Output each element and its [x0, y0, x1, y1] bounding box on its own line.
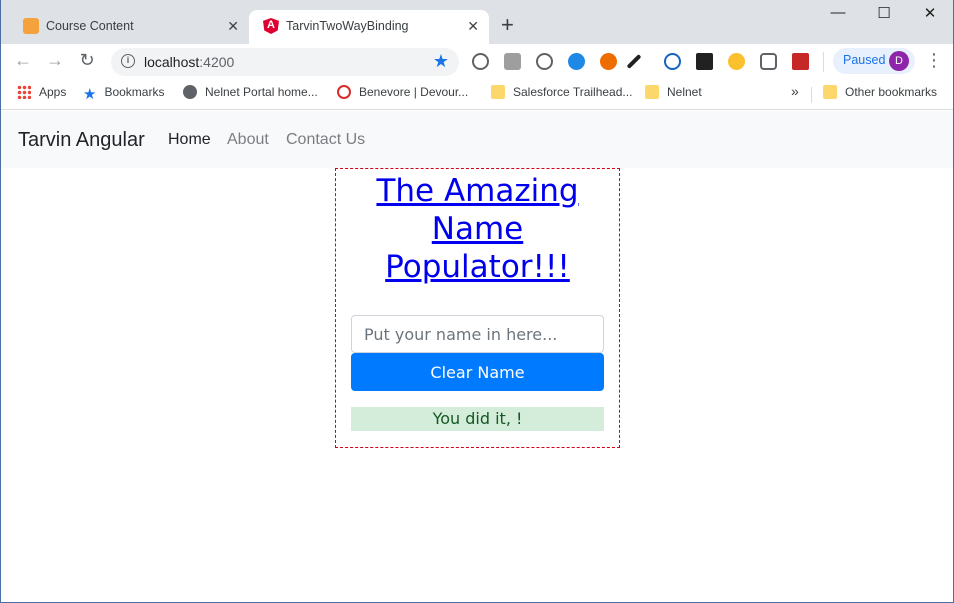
tab-course-content[interactable]: Course Content ✕: [9, 10, 249, 44]
folder-icon: [491, 85, 505, 99]
success-message: You did it, !: [351, 407, 604, 431]
extension-lock-icon[interactable]: [664, 53, 681, 70]
forward-arrow-icon[interactable]: →: [43, 50, 67, 71]
extension-wrench-icon[interactable]: [626, 54, 642, 69]
name-input[interactable]: [351, 315, 604, 353]
globe-icon: [183, 85, 197, 99]
star-icon: ★: [83, 86, 97, 103]
bookmarks-overflow-chevron-icon[interactable]: »: [791, 83, 799, 99]
nav-contact-us[interactable]: Contact Us: [286, 131, 365, 149]
extension-dark-icon[interactable]: [696, 53, 713, 70]
address-bar[interactable]: i localhost:4200 ★: [111, 48, 459, 76]
site-info-icon[interactable]: i: [121, 54, 135, 68]
browser-window: Course Content ✕ TarvinTwoWayBinding ✕ +…: [0, 0, 954, 603]
tab-title: Course Content: [46, 19, 134, 33]
name-populator-panel: The Amazing Name Populator!!! Clear Name…: [335, 168, 620, 448]
apps-grid-icon: [17, 85, 31, 99]
close-tab-icon[interactable]: ✕: [227, 17, 239, 35]
extension-pocket-icon[interactable]: [760, 53, 777, 70]
bookmarks-divider: [811, 87, 812, 103]
bookmark-nelnet-portal[interactable]: Nelnet Portal home...: [183, 85, 318, 99]
navbar-brand[interactable]: Tarvin Angular: [18, 129, 145, 152]
nav-about[interactable]: About: [227, 131, 269, 149]
extension-icon[interactable]: [472, 53, 489, 70]
tab-tarvin-two-way-binding[interactable]: TarvinTwoWayBinding ✕: [249, 10, 489, 44]
benevore-icon: [337, 85, 351, 99]
nav-home[interactable]: Home: [168, 131, 211, 149]
extension-lifebuoy-icon[interactable]: [600, 53, 617, 70]
clear-name-button[interactable]: Clear Name: [351, 353, 604, 391]
extension-moon-icon[interactable]: [728, 53, 745, 70]
bookmark-star-icon[interactable]: ★: [433, 51, 449, 72]
close-tab-icon[interactable]: ✕: [467, 17, 479, 35]
url-text: localhost:4200: [144, 54, 235, 70]
bookmarks-bar: Apps ★ Bookmarks Nelnet Portal home... Be…: [1, 80, 953, 110]
bookmark-nelnet[interactable]: Nelnet: [645, 85, 702, 99]
back-arrow-icon[interactable]: ←: [11, 50, 35, 71]
tab-title: TarvinTwoWayBinding: [286, 19, 409, 33]
folder-icon: [645, 85, 659, 99]
bookmark-salesforce-trailhead[interactable]: Salesforce Trailhead...: [491, 85, 632, 99]
bookmark-other-bookmarks[interactable]: Other bookmarks: [823, 85, 937, 99]
page-title[interactable]: The Amazing Name Populator!!!: [336, 172, 619, 286]
profile-status: Paused: [843, 53, 886, 67]
page-content: Tarvin Angular Home About Contact Us The…: [1, 111, 953, 602]
new-tab-button[interactable]: +: [501, 14, 514, 36]
bookmark-apps[interactable]: Apps: [17, 85, 66, 99]
bookmark-bookmarks[interactable]: ★ Bookmarks: [83, 85, 164, 103]
course-content-favicon-icon: [23, 18, 39, 34]
extension-cloud-icon[interactable]: [568, 53, 585, 70]
close-window-button[interactable]: ✕: [907, 4, 953, 22]
toolbar-divider: [823, 52, 824, 72]
avatar: D: [889, 51, 909, 71]
app-navbar: Tarvin Angular Home About Contact Us: [1, 111, 953, 168]
angular-favicon-icon: [263, 18, 279, 34]
browser-menu-icon[interactable]: ⋮: [925, 50, 943, 71]
tab-strip: Course Content ✕ TarvinTwoWayBinding ✕ +…: [1, 0, 953, 44]
browser-toolbar: ← → ↻ i localhost:4200 ★: [1, 44, 953, 80]
folder-icon: [823, 85, 837, 99]
extension-cube-icon[interactable]: [504, 53, 521, 70]
extension-v-icon[interactable]: [536, 53, 553, 70]
extension-off-icon[interactable]: [792, 53, 809, 70]
profile-button[interactable]: Paused D: [833, 48, 915, 74]
reload-icon[interactable]: ↻: [75, 50, 99, 71]
maximize-button[interactable]: ☐: [861, 4, 907, 22]
minimize-button[interactable]: —: [815, 4, 861, 21]
bookmark-benevore[interactable]: Benevore | Devour...: [337, 85, 468, 99]
